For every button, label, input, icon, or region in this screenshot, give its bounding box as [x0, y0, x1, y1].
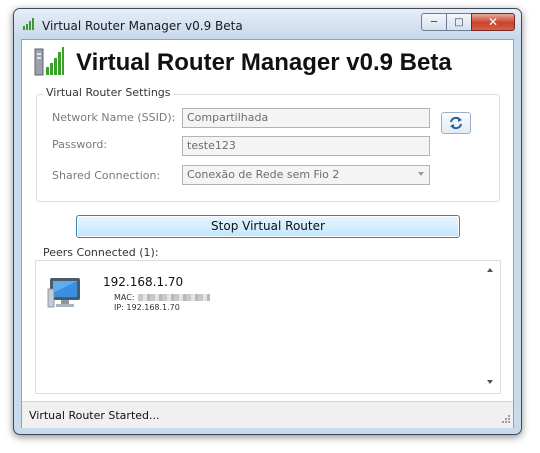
shared-connection-value: Conexão de Rede sem Fio 2 — [187, 168, 340, 181]
settings-group: Virtual Router Settings Network Name (SS… — [36, 86, 500, 202]
peer-mac: MAC: — [114, 293, 210, 302]
peers-list[interactable]: 192.168.1.70 MAC: IP: 192.168.1.70 — [35, 260, 501, 394]
minimize-button[interactable]: ─ — [421, 13, 447, 31]
scrollbar[interactable] — [484, 266, 496, 386]
ssid-field[interactable]: Compartilhada — [182, 108, 430, 128]
maximize-icon: □ — [454, 16, 464, 28]
ssid-value: Compartilhada — [187, 111, 269, 124]
page-title: Virtual Router Manager v0.9 Beta — [76, 49, 452, 76]
caption-buttons: ─ □ ✕ — [421, 13, 515, 31]
peer-ip-detail: IP: 192.168.1.70 — [114, 303, 180, 312]
scroll-down-icon[interactable] — [487, 380, 493, 384]
redacted-mac — [137, 294, 210, 301]
title-bar[interactable]: Virtual Router Manager v0.9 Beta ─ □ ✕ — [14, 9, 521, 39]
close-button[interactable]: ✕ — [471, 13, 515, 31]
minimize-icon: ─ — [430, 16, 438, 28]
password-value: teste123 — [187, 139, 236, 152]
maximize-button[interactable]: □ — [446, 13, 472, 31]
app-window: Virtual Router Manager v0.9 Beta ─ □ ✕ V… — [13, 8, 522, 435]
ssid-label: Network Name (SSID): — [52, 111, 176, 124]
shared-connection-select[interactable]: Conexão de Rede sem Fio 2 — [182, 165, 430, 185]
refresh-icon — [450, 116, 462, 130]
chevron-down-icon — [418, 172, 424, 176]
status-text: Virtual Router Started... — [29, 409, 160, 422]
signal-bars-icon — [23, 18, 34, 30]
refresh-button[interactable] — [441, 112, 471, 134]
signal-bars-icon — [34, 47, 64, 76]
list-item[interactable]: 192.168.1.70 MAC: IP: 192.168.1.70 — [46, 271, 306, 319]
peers-label: Peers Connected (1): — [43, 246, 159, 259]
settings-legend: Virtual Router Settings — [43, 86, 174, 99]
close-icon: ✕ — [487, 15, 499, 29]
shared-connection-label: Shared Connection: — [52, 169, 161, 182]
window-title: Virtual Router Manager v0.9 Beta — [42, 19, 243, 33]
status-bar: Virtual Router Started... — [22, 401, 513, 428]
computer-monitor-icon — [47, 278, 80, 308]
password-label: Password: — [52, 138, 108, 151]
scroll-up-icon[interactable] — [487, 268, 493, 272]
resize-grip-icon[interactable] — [499, 414, 511, 426]
client-area: Virtual Router Manager v0.9 Beta Virtual… — [21, 39, 514, 428]
peer-ip: 192.168.1.70 — [103, 275, 184, 289]
password-field[interactable]: teste123 — [182, 136, 430, 156]
stop-router-button[interactable]: Stop Virtual Router — [76, 215, 460, 238]
peer-mac-label: MAC: — [114, 293, 135, 302]
